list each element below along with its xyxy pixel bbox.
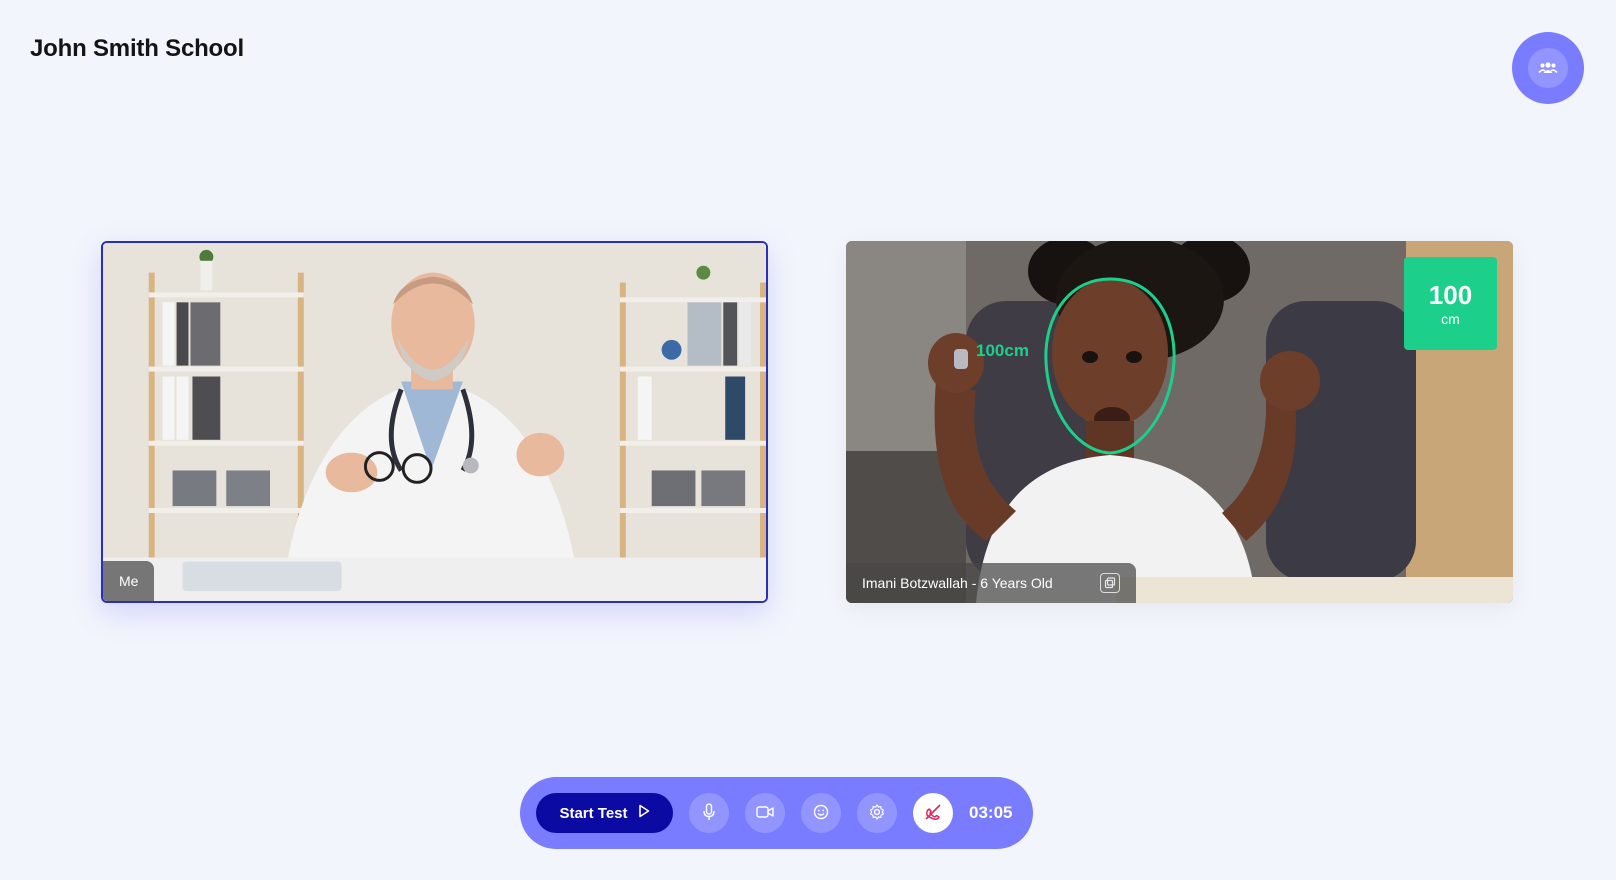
face-distance-label: 100cm — [976, 341, 1029, 360]
call-timer: 03:05 — [969, 803, 1013, 822]
end-call-icon — [923, 802, 943, 825]
settings-icon — [869, 803, 885, 823]
distance-value: 100 — [1428, 279, 1473, 310]
participants-icon — [1528, 48, 1568, 88]
student-name-label: Imani Botzwallah - 6 Years Old — [862, 575, 1053, 591]
camera-button[interactable] — [745, 793, 785, 833]
end-call-button[interactable] — [913, 793, 953, 833]
camera-icon — [756, 805, 774, 822]
student-name-tag: Imani Botzwallah - 6 Years Old — [846, 563, 1136, 603]
start-test-label: Start Test — [559, 804, 628, 822]
distance-badge: 100 cm — [1404, 257, 1497, 350]
self-name-label: Me — [119, 573, 139, 589]
emoji-icon — [813, 804, 829, 823]
emoji-button[interactable] — [801, 793, 841, 833]
self-name-tag: Me — [103, 561, 155, 601]
call-control-bar: Start Test 03:05 — [520, 777, 1033, 849]
page-title: John Smith School — [30, 35, 244, 62]
mic-button[interactable] — [689, 793, 729, 833]
participants-button[interactable] — [1512, 32, 1584, 104]
distance-unit: cm — [1441, 310, 1460, 327]
student-video-tile[interactable]: 100cm 100 cm Imani Botzwallah - 6 Years … — [846, 241, 1513, 603]
app-root: John Smith School Me 100cm 100 cm Imani … — [0, 0, 1616, 880]
settings-button[interactable] — [857, 793, 897, 833]
start-test-button[interactable]: Start Test — [536, 793, 673, 833]
mic-icon — [702, 802, 716, 824]
copy-icon[interactable] — [1100, 573, 1120, 593]
self-video-tile[interactable]: Me — [101, 241, 768, 603]
play-icon — [638, 804, 650, 822]
doctor-video-feed — [103, 243, 766, 601]
